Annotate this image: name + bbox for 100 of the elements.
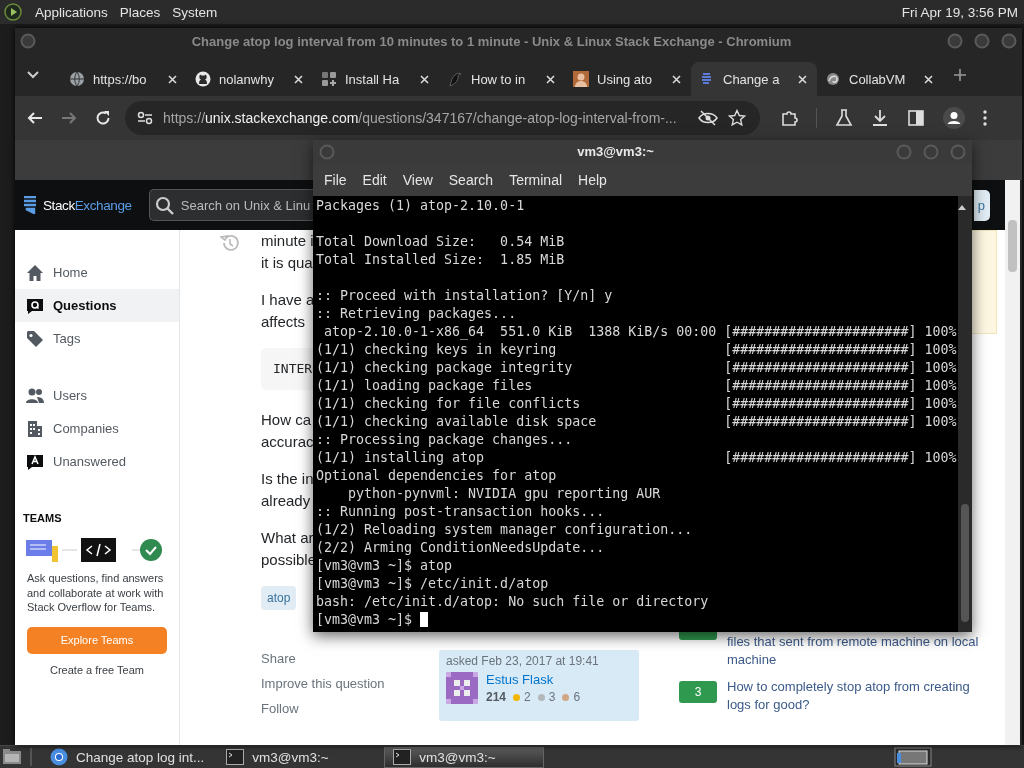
header-button[interactable]: p — [973, 189, 990, 221]
building-icon — [26, 419, 44, 438]
action-link[interactable]: Improve this question — [261, 676, 385, 691]
question-text: already — [261, 491, 311, 511]
menu-item[interactable]: System — [172, 4, 218, 20]
close-icon[interactable] — [168, 74, 177, 84]
logo-icon[interactable] — [4, 3, 22, 21]
terminal-line: :: Retrieving packages... — [316, 305, 517, 323]
download-icon[interactable] — [871, 109, 889, 127]
browser-tab[interactable]: Install Ha — [313, 62, 439, 96]
question-bubble-icon — [26, 296, 44, 315]
tag-icon — [26, 329, 44, 348]
browser-tab[interactable]: CollabVM — [817, 62, 943, 96]
section-heading: TEAMS — [23, 512, 63, 524]
close-icon[interactable] — [924, 74, 933, 84]
close-icon[interactable] — [420, 74, 429, 84]
nav-item[interactable]: Users — [15, 379, 179, 412]
taskbar-item[interactable]: vm3@vm3:~ — [218, 746, 379, 768]
avatar-icon — [573, 71, 589, 87]
answer-count-badge: 3 — [679, 681, 717, 703]
home-icon — [26, 263, 44, 282]
puzzle-icon — [321, 71, 337, 87]
terminal-line: (2/2) Arming ConditionNeedsUpdate... — [316, 539, 605, 557]
scrollbar-thumb[interactable] — [961, 504, 969, 622]
close-icon[interactable] — [672, 74, 681, 84]
progress-text: [######################] 100% — [724, 323, 957, 341]
tag[interactable]: atop — [261, 586, 297, 610]
related-question-link[interactable]: How to completely stop atop from creating logs for good? — [727, 678, 989, 713]
user-name[interactable]: Estus Flask — [486, 672, 581, 687]
nav-item[interactable]: Companies — [15, 412, 179, 445]
nav-item[interactable]: Questions — [15, 289, 179, 322]
terminal-icon — [393, 749, 412, 765]
terminal-line: (1/2) Reloading system manager configuration... — [316, 521, 693, 539]
scrollbar-thumb[interactable] — [1008, 220, 1017, 272]
question-text: it is qua — [261, 253, 313, 273]
terminal-line: bash: /etc/init.d/atop: No such file or directory — [316, 593, 709, 611]
close-icon[interactable] — [798, 74, 807, 84]
action-link[interactable]: Follow — [261, 701, 299, 716]
search-icon — [154, 196, 174, 215]
eye-slash-icon[interactable] — [698, 110, 718, 126]
menu-item[interactable]: Edit — [354, 171, 395, 188]
menu-item[interactable]: File — [316, 171, 355, 188]
address-bar[interactable]: https://unix.stackexchange.com/questions/347167/change-atop-log-interval-from-... — [125, 101, 760, 135]
menu-icon[interactable] — [983, 110, 987, 126]
cat-icon — [195, 71, 211, 87]
question-text: minute i — [261, 231, 314, 251]
terminal-line: [vm3@vm3 ~]$ atop — [316, 557, 453, 575]
flask-icon[interactable] — [835, 109, 853, 127]
site-logo-text: StackExchange — [43, 197, 132, 213]
browser-tab[interactable]: How to in — [439, 62, 565, 96]
plus-icon[interactable] — [953, 68, 967, 82]
avatar-icon[interactable] — [446, 672, 478, 704]
asked-date: asked Feb 23, 2017 at 19:41 — [446, 654, 600, 668]
related-question-link[interactable]: files that sent from remote machine on local machine — [727, 633, 989, 668]
action-link[interactable]: Share — [261, 651, 296, 666]
create-team-link[interactable]: Create a free Team — [50, 663, 144, 676]
taskbar-item[interactable]: vm3@vm3:~ — [384, 746, 545, 768]
close-icon[interactable] — [546, 74, 555, 84]
nav-item[interactable]: Home — [15, 256, 179, 289]
question-text: affects — [261, 312, 305, 332]
nav-item[interactable]: Tags — [15, 322, 179, 355]
menu-item[interactable]: View — [394, 171, 441, 188]
teams-description: Ask questions, find answers and collaborate at work with Stack Overflow for Teams. — [26, 571, 165, 615]
window-title: vm3@vm3:~ — [576, 144, 655, 159]
profile-icon[interactable] — [943, 107, 965, 129]
sidebar-icon[interactable] — [907, 109, 925, 127]
star-icon[interactable] — [728, 109, 746, 127]
terminal-line: (1/1) installing atop — [316, 449, 486, 467]
scrollbar[interactable] — [958, 196, 972, 632]
show-desktop-icon[interactable] — [2, 748, 22, 766]
reload-icon[interactable] — [95, 110, 111, 126]
menu-item[interactable]: Terminal — [501, 171, 571, 188]
menu-item[interactable]: Applications — [35, 4, 108, 20]
swirl-icon — [825, 71, 841, 87]
up-arrow-icon — [958, 205, 966, 210]
globe-icon — [69, 71, 85, 87]
workspace-switcher-icon[interactable] — [894, 747, 932, 767]
terminal-icon — [226, 749, 245, 765]
browser-tab[interactable]: https://bo — [61, 62, 187, 96]
browser-tab[interactable]: Using ato — [565, 62, 691, 96]
menu-item[interactable]: Help — [570, 171, 615, 188]
menu-item[interactable]: Places — [119, 4, 161, 20]
browser-tab[interactable]: Change a — [691, 62, 817, 96]
extension-icon[interactable] — [780, 109, 798, 127]
caret-icon[interactable] — [27, 71, 39, 79]
progress-text: [######################] 100% — [724, 395, 957, 413]
scrollbar[interactable] — [1005, 180, 1020, 745]
question-text: What ar — [261, 528, 314, 548]
terminal-line: (1/1) checking for file conflicts — [316, 395, 582, 413]
site-settings-icon[interactable] — [137, 111, 153, 125]
close-icon[interactable] — [294, 74, 303, 84]
reputation: 214 — [486, 690, 507, 704]
nav-item[interactable]: Unanswered — [15, 445, 179, 478]
browser-tab[interactable]: nolanwhy — [187, 62, 313, 96]
terminal-line: (1/1) checking package integrity — [316, 359, 574, 377]
terminal-line: :: Proceed with installation? [Y/n] y — [316, 287, 613, 305]
search-field[interactable]: Search on Unix & Linu — [148, 189, 315, 221]
taskbar-item[interactable]: Change atop log int... — [42, 746, 213, 768]
menu-item[interactable]: Search — [440, 171, 502, 188]
back-icon[interactable] — [27, 110, 43, 126]
